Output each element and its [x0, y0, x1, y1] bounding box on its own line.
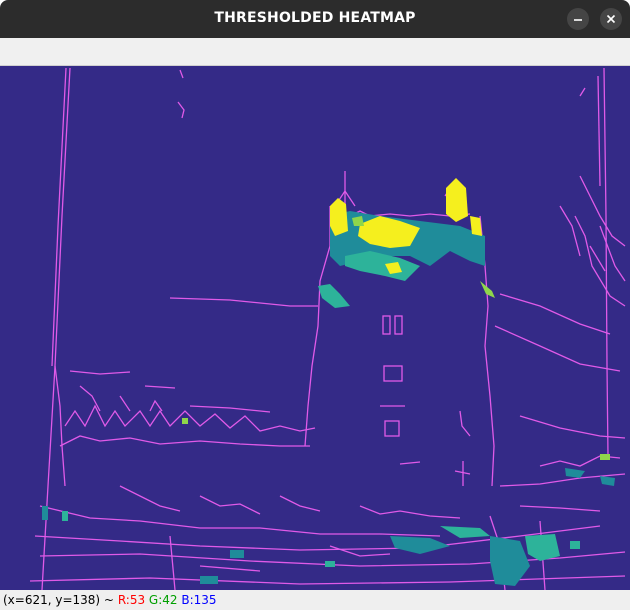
close-icon — [606, 14, 616, 24]
pixel-green-value: G:42 — [148, 593, 178, 607]
cursor-coordinates: (x=621, y=138) ~ — [3, 593, 114, 607]
title-bar: THRESHOLDED HEATMAP — [0, 0, 630, 38]
minimize-button[interactable] — [567, 8, 589, 30]
status-bar: (x=621, y=138) ~ R:53 G:42 B:135 — [0, 590, 630, 610]
pixel-red-value: R:53 — [117, 593, 146, 607]
toolbar — [0, 38, 630, 66]
minimize-icon — [574, 19, 582, 21]
pixel-blue-value: B:135 — [181, 593, 217, 607]
window-title: THRESHOLDED HEATMAP — [214, 10, 416, 26]
close-button[interactable] — [600, 8, 622, 30]
heatmap-canvas[interactable] — [0, 66, 630, 590]
heatmap-image — [0, 66, 630, 590]
